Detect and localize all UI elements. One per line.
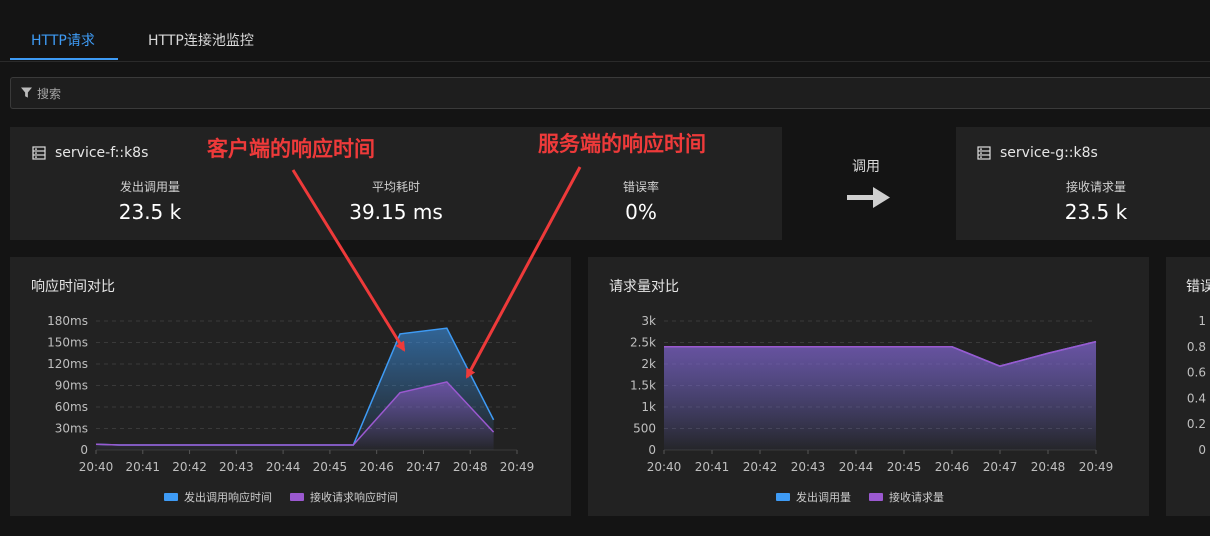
annotation-arrow-server: [465, 166, 582, 379]
annotation-arrow-client: [291, 169, 406, 352]
annotation-arrows: [291, 166, 582, 379]
